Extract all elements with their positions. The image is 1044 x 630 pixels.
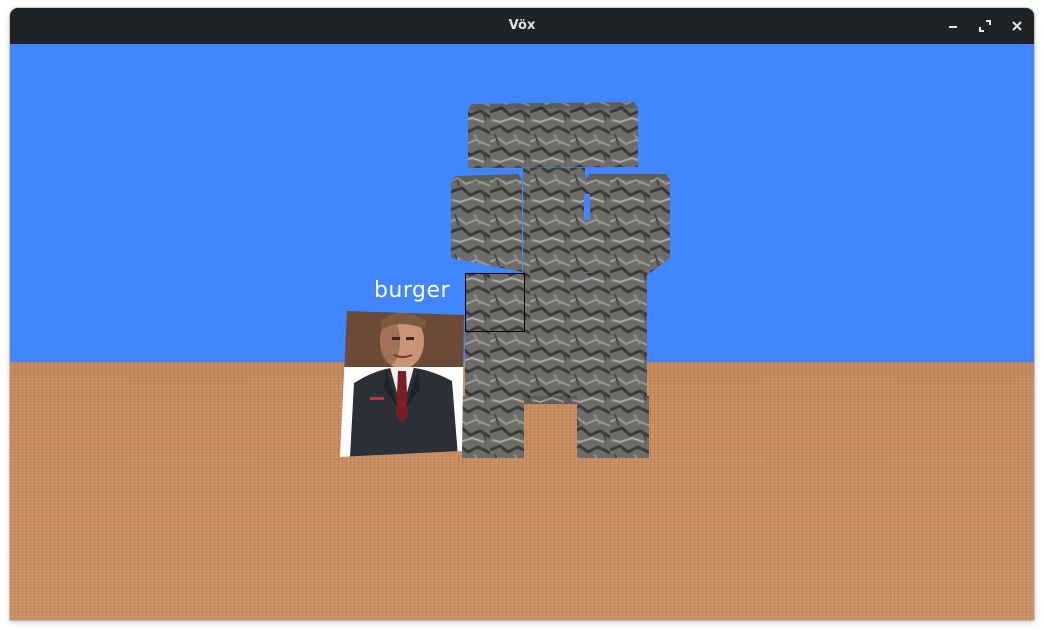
game-viewport[interactable]: burger <box>10 44 1034 620</box>
close-button[interactable] <box>1008 17 1026 35</box>
window-title: Vöx <box>508 18 536 33</box>
statue-legs <box>462 396 649 458</box>
player-avatar[interactable] <box>340 311 466 457</box>
statue-right-arm <box>584 174 670 280</box>
statue-left-arm <box>451 174 522 272</box>
title-bar[interactable]: Vöx <box>10 8 1034 44</box>
minimize-icon <box>949 26 957 28</box>
close-icon <box>1012 21 1022 31</box>
statue-head <box>468 102 638 168</box>
app-window: Vöx burger <box>10 8 1034 620</box>
block-selection-outline <box>465 273 525 332</box>
maximize-button[interactable] <box>976 17 994 35</box>
maximize-icon <box>979 20 991 32</box>
minimize-button[interactable] <box>944 17 962 35</box>
stone-statue <box>451 102 670 458</box>
player-nametag: burger <box>373 278 451 303</box>
